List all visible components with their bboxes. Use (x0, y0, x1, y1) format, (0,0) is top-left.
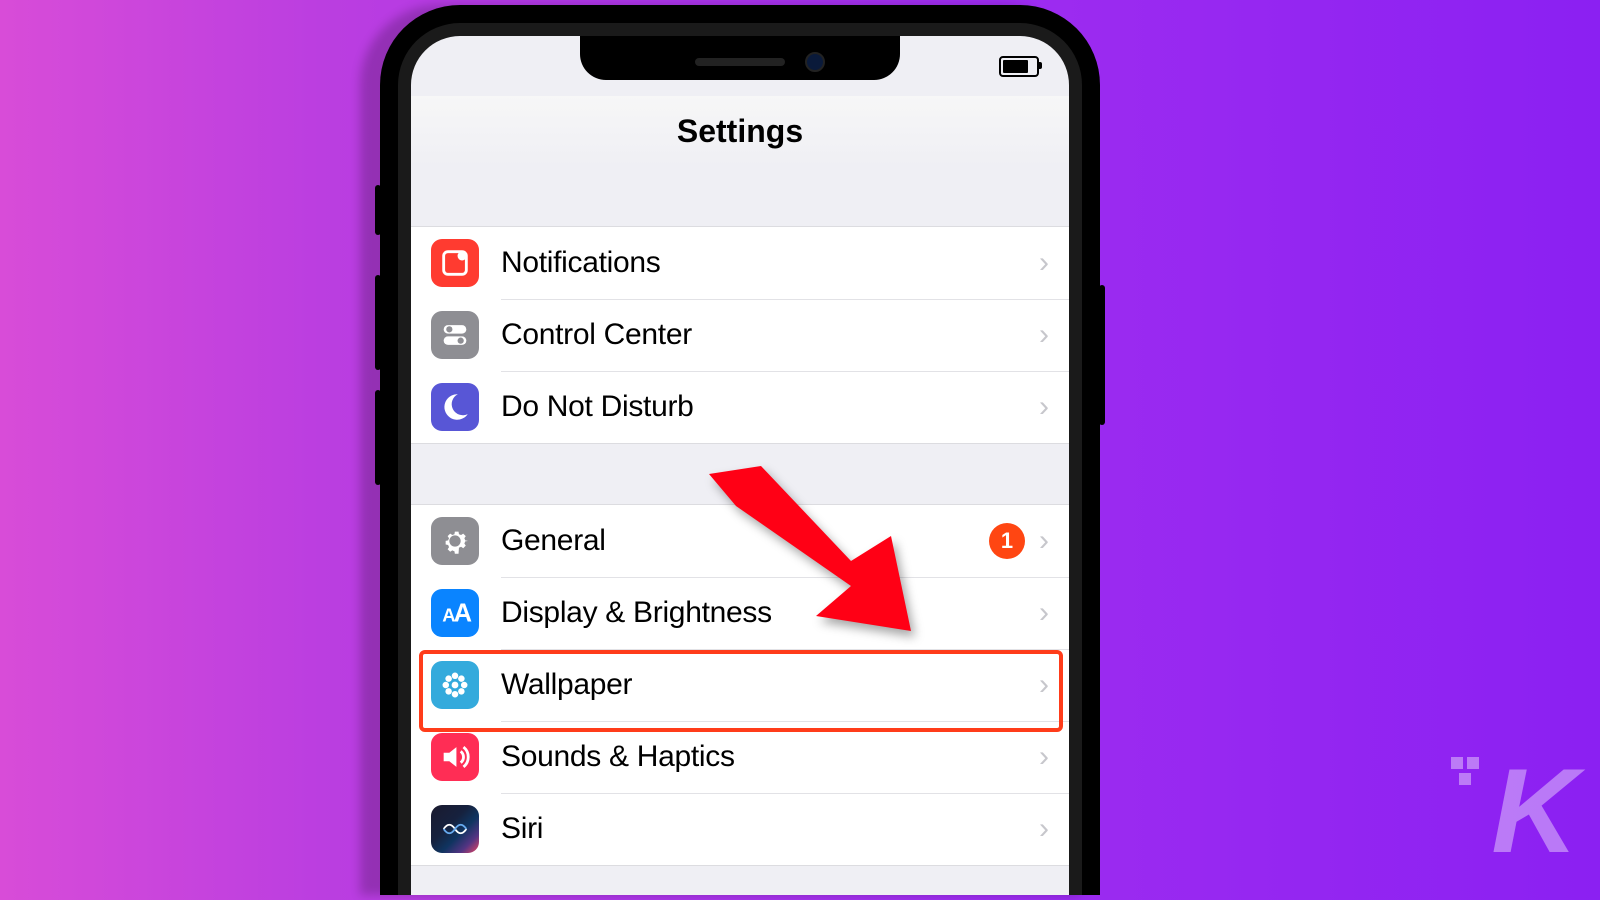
watermark-dots (1451, 757, 1481, 787)
svg-text:A: A (454, 600, 472, 628)
battery-icon (999, 56, 1039, 77)
screen: Settings Notifications › (411, 36, 1069, 895)
row-label: Control Center (501, 318, 1039, 352)
watermark: K (1491, 742, 1570, 880)
notifications-icon (431, 239, 479, 287)
row-label: Wallpaper (501, 668, 1039, 702)
chevron-right-icon: › (1039, 668, 1049, 702)
watermark-text: K (1491, 744, 1570, 878)
siri-icon (431, 805, 479, 853)
chevron-right-icon: › (1039, 318, 1049, 352)
chevron-right-icon: › (1039, 390, 1049, 424)
row-control-center[interactable]: Control Center › (411, 299, 1069, 371)
mute-switch (375, 185, 381, 235)
phone-frame: Settings Notifications › (380, 5, 1100, 895)
gear-icon (431, 517, 479, 565)
row-notifications[interactable]: Notifications › (411, 227, 1069, 299)
settings-group-2: General 1 › AA Display & Brightness › (411, 504, 1069, 866)
settings-list[interactable]: Notifications › Control Center › (411, 166, 1069, 895)
chevron-right-icon: › (1039, 246, 1049, 280)
section-gap (411, 444, 1069, 504)
settings-group-1: Notifications › Control Center › (411, 226, 1069, 444)
row-label: General (501, 524, 989, 558)
row-siri[interactable]: Siri › (411, 793, 1069, 865)
chevron-right-icon: › (1039, 524, 1049, 558)
page-title: Settings (677, 113, 803, 150)
volume-down-button (375, 390, 381, 485)
row-label: Sounds & Haptics (501, 740, 1039, 774)
nav-bar: Settings (411, 96, 1069, 167)
row-label: Do Not Disturb (501, 390, 1039, 424)
row-wallpaper[interactable]: Wallpaper › (411, 649, 1069, 721)
notification-badge: 1 (989, 523, 1025, 559)
control-center-icon (431, 311, 479, 359)
chevron-right-icon: › (1039, 812, 1049, 846)
row-label: Notifications (501, 246, 1039, 280)
row-do-not-disturb[interactable]: Do Not Disturb › (411, 371, 1069, 443)
notch (580, 36, 900, 80)
flower-icon (431, 661, 479, 709)
speaker-icon (431, 733, 479, 781)
row-sounds-haptics[interactable]: Sounds & Haptics › (411, 721, 1069, 793)
background: Settings Notifications › (0, 0, 1600, 900)
volume-up-button (375, 275, 381, 370)
row-label: Siri (501, 812, 1039, 846)
text-size-icon: AA (431, 589, 479, 637)
power-button (1099, 285, 1105, 425)
row-general[interactable]: General 1 › (411, 505, 1069, 577)
section-gap (411, 166, 1069, 226)
chevron-right-icon: › (1039, 740, 1049, 774)
row-display-brightness[interactable]: AA Display & Brightness › (411, 577, 1069, 649)
chevron-right-icon: › (1039, 596, 1049, 630)
row-label: Display & Brightness (501, 596, 1039, 630)
moon-icon (431, 383, 479, 431)
